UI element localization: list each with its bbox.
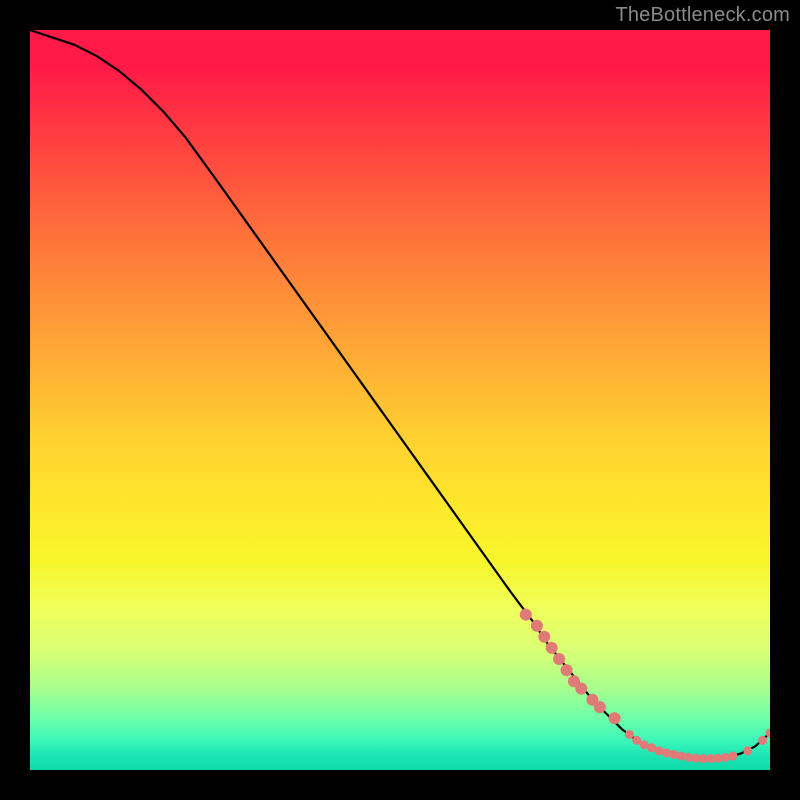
plot-area: [30, 30, 770, 770]
data-point: [538, 631, 550, 643]
data-point: [721, 753, 730, 762]
data-point: [553, 653, 565, 665]
data-point: [729, 751, 738, 760]
chart-stage: TheBottleneck.com: [0, 0, 800, 800]
bottleneck-curve: [30, 30, 770, 759]
data-point: [575, 683, 587, 695]
data-point: [669, 750, 678, 759]
data-point: [531, 620, 543, 632]
data-point: [662, 748, 671, 757]
data-point: [625, 730, 634, 739]
data-point: [594, 701, 606, 713]
data-point: [758, 736, 767, 745]
attribution-text: TheBottleneck.com: [615, 4, 790, 27]
data-point: [520, 609, 532, 621]
data-point: [561, 664, 573, 676]
data-markers: [520, 609, 770, 763]
chart-svg: [30, 30, 770, 770]
data-point: [743, 746, 752, 755]
data-point: [546, 642, 558, 654]
data-point: [609, 712, 621, 724]
data-point: [677, 751, 686, 760]
